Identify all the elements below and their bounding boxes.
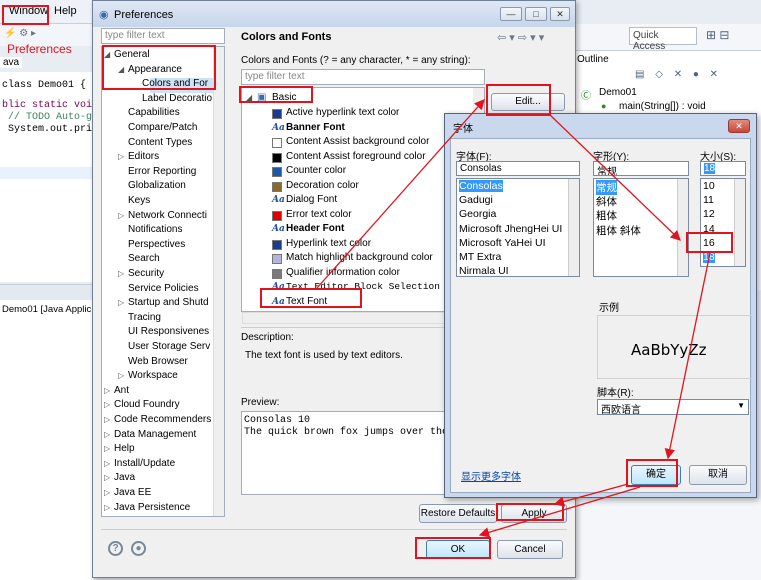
arrow-size-to-ok <box>664 252 711 460</box>
arrow-ok-to-pref-ok <box>478 486 641 538</box>
arrow-textfont-to-edit <box>316 99 485 289</box>
arrow-edit-to-size <box>548 113 681 241</box>
annotation-arrows <box>316 99 711 538</box>
